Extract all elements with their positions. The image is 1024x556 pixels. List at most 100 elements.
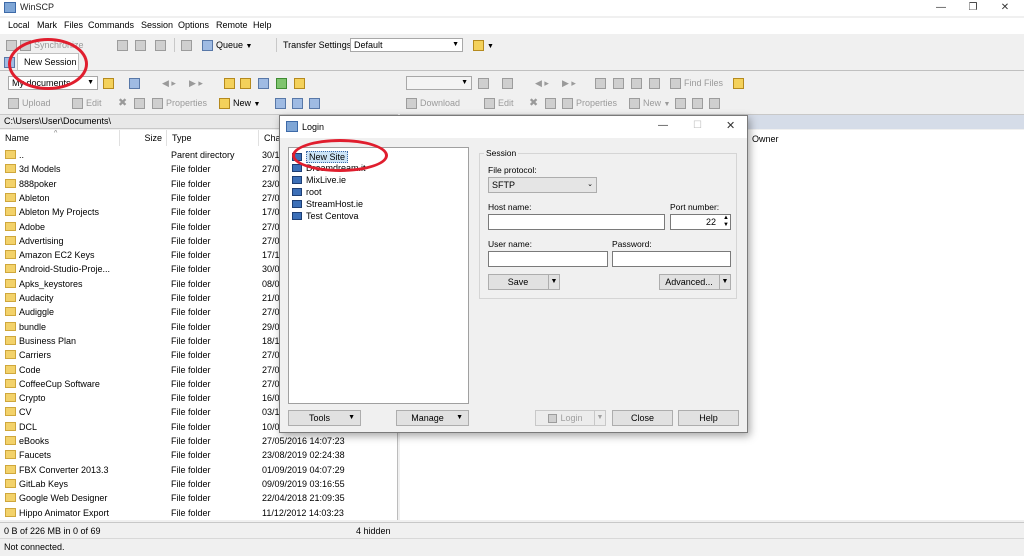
close-button[interactable]: Close	[612, 410, 673, 426]
menu-files[interactable]: Files	[64, 20, 83, 30]
site-item-root[interactable]: root	[292, 187, 322, 198]
remote-back-button[interactable]: ◀ ▸	[535, 76, 549, 90]
host-name-input[interactable]	[488, 214, 665, 230]
port-number-input[interactable]: 22 ▲ ▼	[670, 214, 731, 230]
synchronize-button[interactable]: Synchronize	[6, 38, 84, 52]
user-name-input[interactable]	[488, 251, 608, 267]
filter-button[interactable]	[129, 76, 143, 90]
file-row[interactable]: Google Web Designer File folder 22/04/2018…	[0, 491, 397, 505]
site-list[interactable]: New Site Dreamdream.it MixLive.ie root S…	[288, 147, 469, 404]
forward-button[interactable]: ▶ ▸	[189, 76, 203, 90]
remote-select-filter-button[interactable]	[709, 96, 723, 110]
close-window-button[interactable]: ✕	[990, 1, 1020, 15]
edit-button[interactable]: Edit	[72, 96, 102, 110]
bookmarks-button[interactable]	[294, 76, 308, 90]
login-button[interactable]: Login ▼	[535, 410, 606, 426]
remote-select-all-button[interactable]	[675, 96, 689, 110]
file-changed: 11/12/2012 14:03:23	[262, 507, 344, 518]
upload-button[interactable]: Upload	[8, 96, 51, 110]
password-input[interactable]	[612, 251, 731, 267]
site-item-streamhost[interactable]: StreamHost.ie	[292, 199, 363, 210]
advanced-button[interactable]: Advanced... ▼	[659, 274, 731, 290]
root-dir-button[interactable]	[240, 76, 254, 90]
help-button[interactable]: Help	[678, 410, 739, 426]
file-row[interactable]: GitLab Keys File folder 09/09/2019 03:16:5…	[0, 477, 397, 491]
chevron-down-icon: ⌄	[587, 181, 593, 188]
column-name[interactable]: Name	[0, 130, 120, 146]
column-type[interactable]: Type	[167, 130, 259, 146]
queue-button[interactable]: Queue ▼	[202, 38, 252, 52]
delete-button[interactable]: ✖	[118, 96, 127, 110]
dialog-minimize-button[interactable]: —	[658, 120, 668, 131]
spinner-icon[interactable]: ▲ ▼	[723, 215, 729, 229]
file-row[interactable]: eBooks File folder 27/05/2016 14:07:23	[0, 434, 397, 448]
remote-bookmarks-button[interactable]	[733, 76, 747, 90]
file-row[interactable]: Faucets File folder 23/08/2019 02:24:38	[0, 448, 397, 462]
menu-session[interactable]: Session	[141, 20, 173, 30]
new-button[interactable]: New ▼	[219, 96, 260, 110]
site-item-dreamdream[interactable]: Dreamdream.it	[292, 163, 366, 174]
remote-properties-button[interactable]: Properties	[562, 96, 617, 110]
file-type: File folder	[171, 192, 211, 203]
file-changed: 30/1	[262, 150, 280, 160]
remote-forward-button[interactable]: ▶ ▸	[562, 76, 576, 90]
local-location-select[interactable]: My documents ▼	[8, 76, 98, 90]
menu-mark[interactable]: Mark	[37, 20, 57, 30]
file-row[interactable]: FBX Converter 2013.3 File folder 01/09/201…	[0, 463, 397, 477]
back-button[interactable]: ◀ ▸	[162, 76, 176, 90]
menu-help[interactable]: Help	[253, 20, 272, 30]
find-files-button[interactable]: Find Files	[670, 76, 723, 90]
home-button[interactable]	[258, 76, 272, 90]
transfer-preset-button[interactable]: ▼	[473, 38, 494, 52]
tools-button[interactable]: Tools ▼	[288, 410, 361, 426]
queue-icon	[202, 40, 213, 52]
remote-home-button[interactable]	[631, 76, 645, 90]
remote-refresh-button[interactable]	[649, 76, 663, 90]
menu-commands[interactable]: Commands	[88, 20, 134, 30]
dialog-close-icon[interactable]: ✕	[726, 119, 735, 132]
monitor-icon	[292, 212, 302, 220]
manage-button[interactable]: Manage ▼	[396, 410, 469, 426]
remote-rename-button[interactable]	[545, 96, 559, 110]
parent-dir-button[interactable]	[224, 76, 238, 90]
remote-parent-button[interactable]	[595, 76, 609, 90]
column-owner[interactable]: Owner	[748, 131, 779, 147]
properties-button[interactable]: Properties	[152, 96, 207, 110]
file-protocol-select[interactable]: SFTP ⌄	[488, 177, 597, 193]
minimize-button[interactable]: —	[926, 1, 956, 15]
select-filter-button[interactable]	[309, 96, 323, 110]
maximize-button[interactable]: ❐	[958, 1, 988, 15]
new-session-tab[interactable]: New Session	[17, 53, 79, 70]
remote-delete-button[interactable]: ✖	[529, 96, 538, 110]
remote-unselect-all-button[interactable]	[692, 96, 706, 110]
remote-root-button[interactable]	[613, 76, 627, 90]
terminal-button[interactable]	[135, 38, 149, 52]
site-item-mixlive[interactable]: MixLive.ie	[292, 175, 346, 186]
dialog-maximize-button[interactable]: ☐	[693, 120, 702, 131]
remote-open-folder-button[interactable]	[478, 76, 492, 90]
transfer-settings-select[interactable]: Default ▼	[350, 38, 463, 52]
rename-button[interactable]	[134, 96, 148, 110]
open-folder-button[interactable]	[103, 76, 117, 90]
remote-edit-button[interactable]: Edit	[484, 96, 514, 110]
find-button[interactable]	[155, 38, 169, 52]
remote-new-button[interactable]: New ▼	[629, 96, 670, 110]
remote-filter-button[interactable]	[502, 76, 516, 90]
menu-remote[interactable]: Remote	[216, 20, 248, 30]
sort-asc-icon: ^	[54, 130, 58, 137]
menu-local[interactable]: Local	[8, 20, 30, 30]
refresh-button[interactable]	[276, 76, 290, 90]
menu-options[interactable]: Options	[178, 20, 209, 30]
column-size[interactable]: Size	[120, 130, 167, 146]
preferences-button[interactable]	[181, 38, 195, 52]
file-row[interactable]: Hippo Animator Export File folder 11/12/20…	[0, 506, 397, 520]
download-button[interactable]: Download	[406, 96, 460, 110]
console-button[interactable]	[117, 38, 131, 52]
file-name: Audiggle	[5, 305, 54, 319]
select-all-button[interactable]	[275, 96, 289, 110]
site-item-test-centova[interactable]: Test Centova	[292, 211, 359, 222]
site-item-new-site[interactable]: New Site	[292, 151, 349, 163]
save-button[interactable]: Save ▼	[488, 274, 560, 290]
unselect-all-button[interactable]	[292, 96, 306, 110]
remote-location-select[interactable]: ▼	[406, 76, 472, 90]
